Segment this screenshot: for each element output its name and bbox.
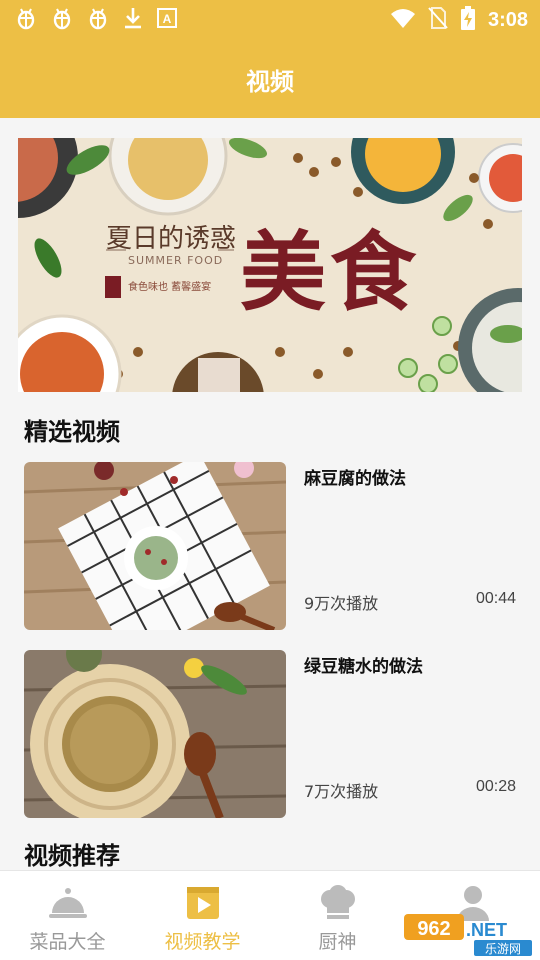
- video-icon: [183, 885, 223, 921]
- banner-title-small: 夏日的诱惑: [106, 224, 237, 254]
- svg-text:.NET: .NET: [466, 920, 507, 940]
- video-duration: 00:44: [475, 590, 516, 607]
- bug-icon: [50, 6, 74, 36]
- video-play-count: 7万次播放: [304, 782, 379, 801]
- svg-text:乐游网: 乐游网: [485, 942, 521, 956]
- bug-icon: [14, 6, 38, 36]
- bug-icon: [86, 6, 110, 36]
- tab-video-tutorial[interactable]: 视频教学: [135, 871, 270, 960]
- video-duration: 00:28: [475, 778, 516, 795]
- page-title: 视频: [246, 68, 294, 96]
- video-thumbnail[interactable]: [24, 650, 286, 818]
- wifi-icon: [390, 7, 416, 33]
- tab-label: 菜品大全: [29, 931, 106, 953]
- app-bar: 视频: [0, 38, 540, 118]
- banner-seal: [105, 276, 121, 298]
- status-bar: A 3:08: [0, 0, 540, 38]
- banner-carousel[interactable]: 夏日的诱惑 SUMMER FOOD 食色味也 蓄馨盛宴 美食: [18, 138, 522, 392]
- video-thumbnail[interactable]: [24, 462, 286, 630]
- status-time: 3:08: [487, 9, 528, 31]
- svg-text:962: 962: [417, 918, 450, 940]
- download-icon: [122, 6, 144, 36]
- video-title[interactable]: 绿豆糖水的做法: [304, 652, 423, 677]
- video-title[interactable]: 麻豆腐的做法: [304, 464, 406, 489]
- video-card[interactable]: 绿豆糖水的做法 7万次播放 00:28: [24, 650, 516, 818]
- tab-label: 视频教学: [164, 931, 241, 953]
- banner-tagline: 食色味也 蓄馨盛宴: [128, 282, 212, 293]
- no-sim-icon: [428, 6, 448, 34]
- font-icon: A: [156, 6, 178, 36]
- featured-section-title: 精选视频: [24, 418, 120, 446]
- recommended-section-title: 视频推荐: [24, 842, 120, 870]
- banner-title-big: 美食: [240, 222, 420, 323]
- chef-hat-icon: [318, 885, 358, 921]
- video-play-count: 9万次播放: [304, 594, 379, 613]
- banner-subtitle: SUMMER FOOD: [128, 254, 224, 267]
- tab-label: 厨神: [318, 931, 357, 953]
- battery-charging-icon: [460, 6, 476, 34]
- tab-dishes[interactable]: 菜品大全: [0, 871, 135, 960]
- svg-text:A: A: [163, 12, 172, 26]
- video-card[interactable]: 麻豆腐的做法 9万次播放 00:44: [24, 462, 516, 630]
- watermark-logo: 962 .NET 乐游网: [404, 912, 534, 956]
- cloche-icon: [48, 885, 88, 921]
- tab-chef[interactable]: 厨神: [270, 871, 405, 960]
